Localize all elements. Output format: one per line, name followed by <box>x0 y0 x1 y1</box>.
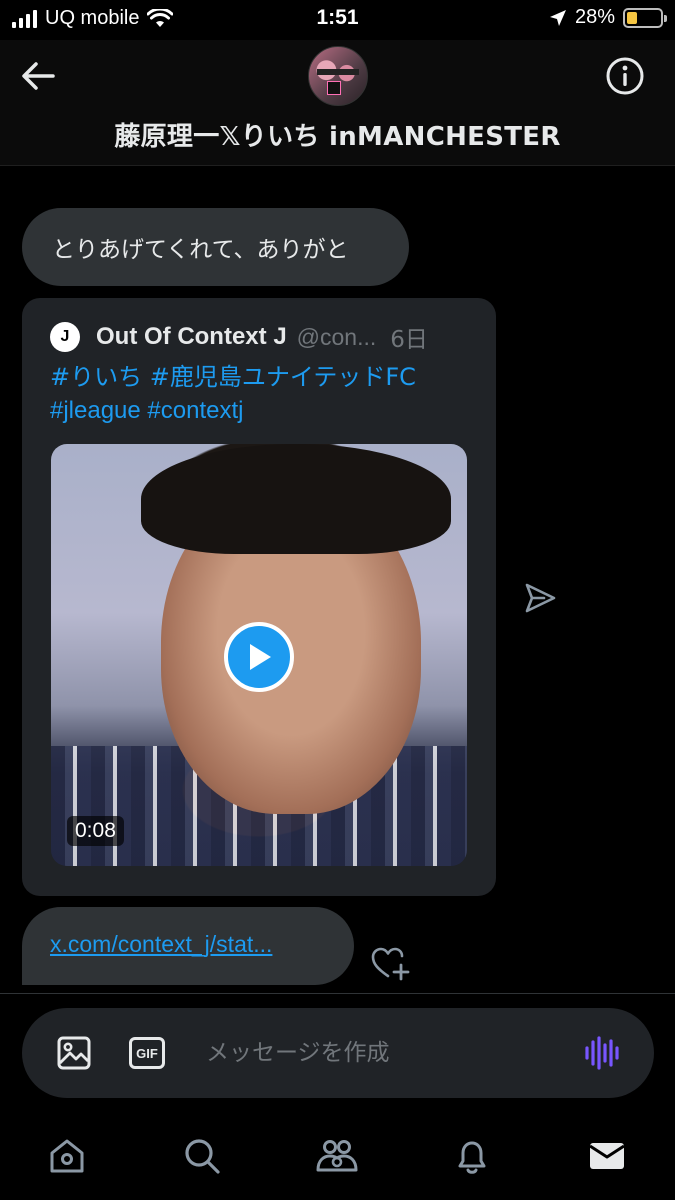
hashtag-line[interactable]: #りいち #鹿児島ユナイテッドFC <box>50 360 470 394</box>
nav-communities[interactable] <box>315 1134 359 1178</box>
image-icon <box>57 1036 91 1070</box>
info-button[interactable] <box>605 56 645 96</box>
status-bar: UQ mobile 1:51 28% <box>0 0 675 40</box>
share-button[interactable] <box>522 580 558 616</box>
tweet-age: 6日 <box>390 327 428 353</box>
voice-message-button[interactable] <box>584 1036 622 1070</box>
avatar-badge <box>327 81 341 95</box>
nav-messages[interactable] <box>585 1134 629 1178</box>
avatar-strip <box>317 69 359 75</box>
communities-icon <box>316 1140 358 1172</box>
tweet-author-avatar: J <box>50 322 80 352</box>
nav-home[interactable] <box>45 1134 89 1178</box>
back-button[interactable] <box>18 56 58 96</box>
bottom-navigation <box>0 1112 675 1200</box>
home-icon <box>50 1139 84 1173</box>
tweet-author-name: Out Of Context J <box>96 323 287 350</box>
tweet-hashtags: #りいち #鹿児島ユナイテッドFC #jleague #contextj <box>50 360 470 428</box>
battery-level <box>627 11 638 24</box>
message-composer: GIF <box>22 1008 654 1098</box>
search-icon <box>185 1139 220 1174</box>
react-button[interactable] <box>370 945 410 981</box>
video-subject-hair <box>141 444 451 554</box>
info-icon <box>606 57 644 95</box>
play-button[interactable] <box>224 622 294 692</box>
battery-percent: 28% <box>574 6 615 28</box>
conversation-title[interactable]: 藤原理一𝕏りいち inMANCHESTER <box>0 116 675 153</box>
video-duration: 0:08 <box>67 816 124 846</box>
status-right: 28% <box>549 6 667 29</box>
location-arrow-icon <box>549 9 566 26</box>
tweet-author-handle: @con... <box>296 323 377 350</box>
conversation-header: 藤原理一𝕏りいち inMANCHESTER <box>0 40 675 166</box>
send-icon <box>525 583 556 613</box>
avatar[interactable] <box>308 46 368 106</box>
message-input[interactable] <box>206 1032 566 1074</box>
play-icon <box>250 644 271 670</box>
tweet-header: J Out Of Context J @con... 6日 <box>50 320 470 354</box>
hashtag-line[interactable]: #jleague #contextj <box>50 394 470 428</box>
text-message-bubble[interactable]: とりあげてくれて、ありがと <box>22 208 409 286</box>
link-message-bubble[interactable]: x.com/context_j/stat... <box>22 907 354 985</box>
nav-notifications[interactable] <box>450 1134 494 1178</box>
battery-icon <box>623 7 667 28</box>
heart-plus-icon <box>371 947 410 981</box>
composer-divider <box>0 993 675 994</box>
voice-wave-icon <box>585 1036 619 1070</box>
bell-icon <box>458 1141 486 1174</box>
nav-search[interactable] <box>180 1134 224 1178</box>
gif-button[interactable]: GIF <box>129 1037 165 1069</box>
arrow-left-icon <box>22 62 55 90</box>
mail-icon <box>589 1143 625 1169</box>
tweet-video[interactable]: 0:08 <box>51 444 467 866</box>
add-image-button[interactable] <box>56 1035 92 1071</box>
quoted-tweet-card[interactable]: J Out Of Context J @con... 6日 #りいち #鹿児島ユ… <box>22 298 496 896</box>
